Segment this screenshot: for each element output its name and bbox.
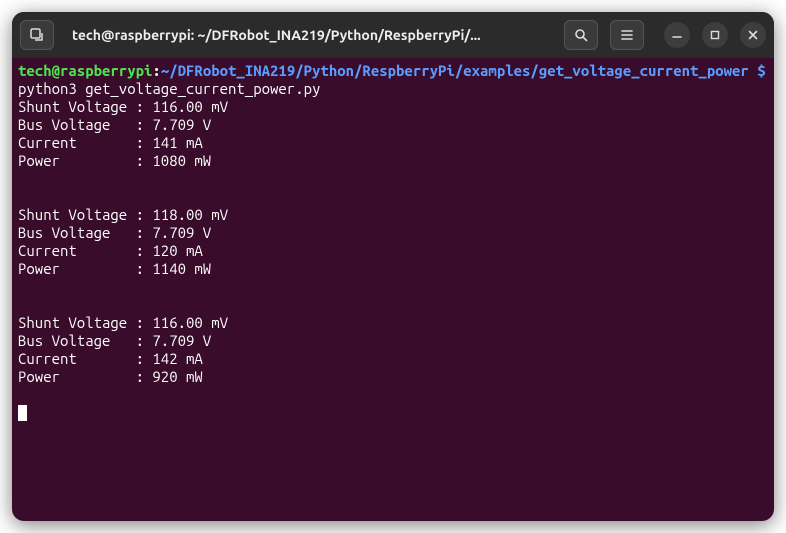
search-button[interactable] — [564, 20, 598, 50]
bus-voltage-line: Bus Voltage : 7.709 V — [18, 224, 768, 242]
terminal-body[interactable]: tech@raspberrypi:~/DFRobot_INA219/Python… — [12, 58, 774, 521]
reading-block: Shunt Voltage : 116.00 mVBus Voltage : 7… — [18, 98, 768, 170]
close-icon — [747, 29, 759, 41]
prompt-path: ~/DFRobot_INA219/Python/RespberryPi/exam… — [161, 62, 749, 79]
shunt-voltage-line: Shunt Voltage : 116.00 mV — [18, 98, 768, 116]
search-icon — [573, 27, 589, 43]
power-line: Power : 1080 mW — [18, 152, 768, 170]
shunt-voltage-line: Shunt Voltage : 118.00 mV — [18, 206, 768, 224]
current-line: Current : 142 mA — [18, 350, 768, 368]
minimize-button[interactable] — [664, 22, 690, 48]
menu-button[interactable] — [610, 20, 644, 50]
power-line: Power : 1140 mW — [18, 260, 768, 278]
command-text: python3 get_voltage_current_power.py — [18, 80, 320, 97]
power-line: Power : 920 mW — [18, 368, 768, 386]
window-title: tech@raspberrypi: ~/DFRobot_INA219/Pytho… — [62, 27, 556, 43]
bus-voltage-line: Bus Voltage : 7.709 V — [18, 116, 768, 134]
bus-voltage-line: Bus Voltage : 7.709 V — [18, 332, 768, 350]
close-button[interactable] — [740, 22, 766, 48]
new-tab-icon — [29, 27, 45, 43]
new-tab-button[interactable] — [20, 20, 54, 50]
current-line: Current : 141 mA — [18, 134, 768, 152]
minimize-icon — [671, 29, 683, 41]
prompt-colon: : — [152, 62, 160, 79]
reading-block: Shunt Voltage : 118.00 mVBus Voltage : 7… — [18, 206, 768, 278]
reading-block: Shunt Voltage : 116.00 mVBus Voltage : 7… — [18, 314, 768, 386]
terminal-cursor — [18, 405, 27, 421]
prompt-dollar: $ — [749, 62, 774, 79]
current-line: Current : 120 mA — [18, 242, 768, 260]
hamburger-icon — [619, 27, 635, 43]
title-actions — [564, 20, 766, 50]
maximize-button[interactable] — [702, 22, 728, 48]
terminal-window: tech@raspberrypi: ~/DFRobot_INA219/Pytho… — [12, 12, 774, 521]
shunt-voltage-line: Shunt Voltage : 116.00 mV — [18, 314, 768, 332]
maximize-icon — [709, 29, 721, 41]
prompt-user-host: tech@raspberrypi — [18, 62, 152, 79]
window-controls — [664, 22, 766, 48]
titlebar: tech@raspberrypi: ~/DFRobot_INA219/Pytho… — [12, 12, 774, 58]
